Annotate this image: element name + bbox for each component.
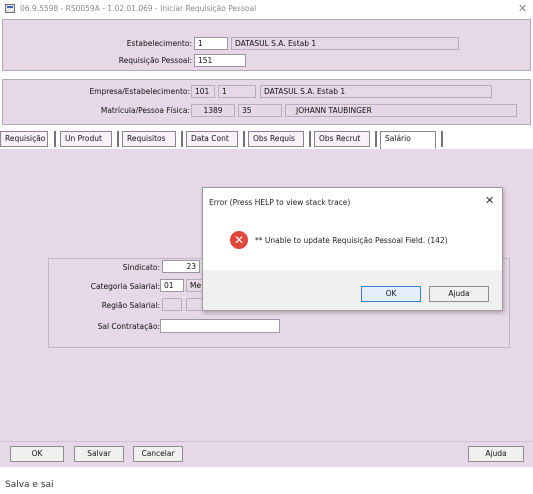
sindicato-label: Sindicato: (122, 263, 160, 272)
error-icon: ✕ (230, 231, 248, 249)
requisicao-label: Requisição Pessoal: (118, 56, 192, 65)
requisicao-input[interactable]: 151 (194, 54, 246, 67)
estabelecimento-label: Estabelecimento: (126, 39, 192, 48)
matricula-label: Matrícula/Pessoa Física: (100, 106, 190, 115)
tab-data-cont[interactable]: Data Cont (186, 131, 238, 147)
status-bar (0, 467, 533, 494)
window-title: 06.9.5598 - RS0059A - 1.02.01.069 - Inic… (20, 4, 257, 13)
tab-separator (54, 131, 56, 147)
regiao-label: Região Salarial: (101, 301, 160, 310)
sal-contratacao-label: Sal Contratação: (97, 322, 160, 331)
empresa-name-field: DATASUL S.A. Estab 1 (260, 85, 492, 98)
sindicato-input[interactable]: 23 (162, 260, 200, 273)
cancelar-button[interactable]: Cancelar (133, 446, 183, 462)
estabelecimento-name-field: DATASUL S.A. Estab 1 (231, 37, 459, 50)
tab-separator (375, 131, 377, 147)
pessoa-id-field: 35 (238, 104, 282, 117)
dialog-ajuda-button[interactable]: Ajuda (429, 286, 489, 302)
empresa-label: Empresa/Estabelecimento: (89, 87, 190, 96)
matricula-field: 1389 (191, 104, 235, 117)
pessoa-name-field: JOHANN TAUBINGER (285, 104, 517, 117)
app-window-icon (5, 4, 15, 13)
tab-separator (309, 131, 311, 147)
tab-obs-recrut[interactable]: Obs Recrut (314, 131, 370, 147)
window-close-icon[interactable]: ✕ (518, 2, 527, 15)
dialog-ok-button[interactable]: OK (361, 286, 421, 302)
regiao-input[interactable] (162, 298, 182, 311)
tab-separator (243, 131, 245, 147)
categoria-input[interactable]: 01 (160, 279, 184, 292)
tab-separator (117, 131, 119, 147)
error-dialog: Error (Press HELP to view stack trace) ✕… (202, 187, 503, 311)
categoria-label: Categoria Salarial: (90, 282, 160, 291)
dialog-message: ** Unable to update Requisição Pessoal F… (255, 236, 448, 245)
dialog-title: Error (Press HELP to view stack trace) (209, 198, 351, 207)
ok-button[interactable]: OK (10, 446, 64, 462)
estabelecimento-input[interactable]: 1 (194, 37, 228, 50)
estab-code-field: 1 (218, 85, 256, 98)
empresa-code-field: 101 (191, 85, 215, 98)
tab-bar: Requisição Un Produt Requisitos Data Con… (0, 131, 533, 149)
tab-separator (441, 131, 443, 147)
tab-un-produt[interactable]: Un Produt (60, 131, 112, 147)
tab-requisicao[interactable]: Requisição (0, 131, 48, 147)
dialog-close-icon[interactable]: ✕ (485, 194, 494, 207)
tab-obs-requis[interactable]: Obs Requis (248, 131, 304, 147)
sal-contratacao-input[interactable] (160, 319, 280, 333)
tab-requisitos[interactable]: Requisitos (122, 131, 176, 147)
tab-separator (181, 131, 183, 147)
status-text: Salva e sai (5, 480, 54, 490)
tab-salario[interactable]: Salário (380, 131, 436, 149)
ajuda-button[interactable]: Ajuda (468, 446, 524, 462)
salvar-button[interactable]: Salvar (74, 446, 124, 462)
